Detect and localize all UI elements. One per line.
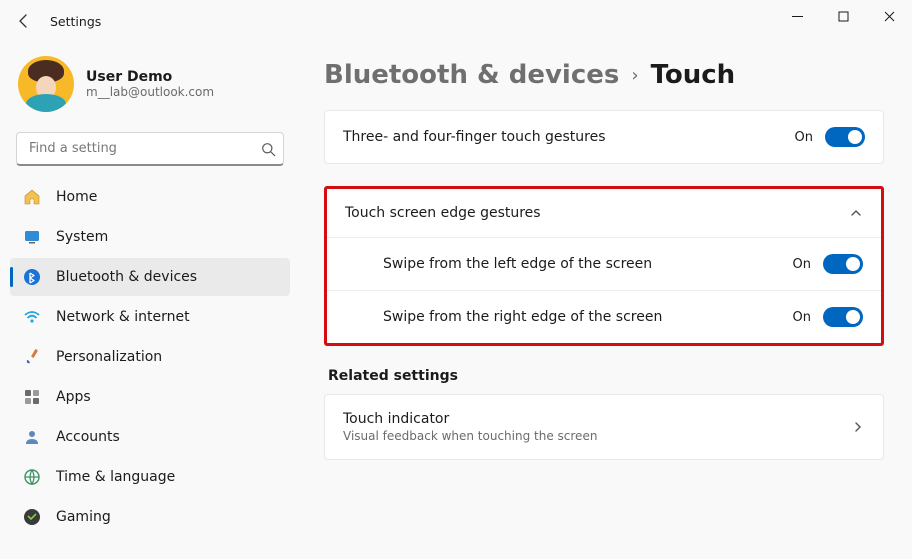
page-title: Touch (651, 60, 736, 90)
window-controls (774, 0, 912, 32)
sidebar-item-personalization[interactable]: Personalization (10, 338, 290, 376)
back-button[interactable] (6, 3, 42, 39)
sidebar-item-bluetooth-devices[interactable]: Bluetooth & devices (10, 258, 290, 296)
titlebar: Settings (0, 0, 912, 42)
toggle-state-label: On (795, 130, 813, 145)
nav-list: Home System Bluetooth & devices Network … (10, 178, 290, 536)
breadcrumb: Bluetooth & devices › Touch (324, 60, 884, 90)
sidebar-item-gaming[interactable]: Gaming (10, 498, 290, 536)
search-input[interactable] (16, 132, 284, 166)
setting-subtitle: Visual feedback when touching the screen (343, 429, 597, 443)
minimize-icon (792, 11, 803, 22)
sidebar-item-label: Home (56, 189, 97, 205)
globe-icon (22, 467, 42, 487)
setting-label: Three- and four-finger touch gestures (343, 129, 606, 145)
chevron-up-icon (849, 206, 863, 220)
chevron-right-icon (851, 420, 865, 434)
sidebar-item-label: Accounts (56, 429, 120, 445)
paintbrush-icon (22, 347, 42, 367)
apps-icon (22, 387, 42, 407)
touch-gestures-toggle[interactable] (825, 127, 865, 147)
setting-label: Swipe from the right edge of the screen (383, 309, 662, 325)
system-icon (22, 227, 42, 247)
maximize-icon (838, 11, 849, 22)
avatar (18, 56, 74, 112)
wifi-icon (22, 307, 42, 327)
maximize-button[interactable] (820, 0, 866, 32)
setting-label: Swipe from the left edge of the screen (383, 256, 652, 272)
setting-expander-header[interactable]: Touch screen edge gestures (327, 189, 881, 237)
arrow-left-icon (16, 13, 32, 29)
sidebar-item-home[interactable]: Home (10, 178, 290, 216)
minimize-button[interactable] (774, 0, 820, 32)
sidebar-item-time-language[interactable]: Time & language (10, 458, 290, 496)
home-icon (22, 187, 42, 207)
sidebar-item-apps[interactable]: Apps (10, 378, 290, 416)
gaming-icon (22, 507, 42, 527)
setting-group-edge-gestures: Touch screen edge gestures Swipe from th… (327, 189, 881, 343)
setting-row-touch-indicator[interactable]: Touch indicator Visual feedback when tou… (324, 394, 884, 460)
profile-name: User Demo (86, 69, 214, 85)
bluetooth-icon (22, 267, 42, 287)
sidebar-item-label: Personalization (56, 349, 162, 365)
highlighted-section: Touch screen edge gestures Swipe from th… (324, 186, 884, 346)
related-settings-heading: Related settings (328, 368, 884, 384)
close-button[interactable] (866, 0, 912, 32)
sidebar-item-system[interactable]: System (10, 218, 290, 256)
window-title: Settings (50, 14, 101, 29)
toggle-state-label: On (793, 310, 811, 325)
setting-row-swipe-left: Swipe from the left edge of the screen O… (327, 237, 881, 290)
setting-row-swipe-right: Swipe from the right edge of the screen … (327, 290, 881, 343)
swipe-right-toggle[interactable] (823, 307, 863, 327)
toggle-state-label: On (793, 257, 811, 272)
sidebar: User Demo m__lab@outlook.com Home System… (0, 42, 300, 559)
setting-label: Touch indicator (343, 411, 597, 427)
setting-row-touch-gestures[interactable]: Three- and four-finger touch gestures On (324, 110, 884, 164)
sidebar-item-label: Bluetooth & devices (56, 269, 197, 285)
accounts-icon (22, 427, 42, 447)
sidebar-item-label: Network & internet (56, 309, 190, 325)
sidebar-item-label: Apps (56, 389, 91, 405)
sidebar-item-network[interactable]: Network & internet (10, 298, 290, 336)
close-icon (884, 11, 895, 22)
search-icon (261, 132, 276, 166)
user-profile[interactable]: User Demo m__lab@outlook.com (10, 48, 290, 126)
sidebar-item-label: System (56, 229, 108, 245)
main-content: Bluetooth & devices › Touch Three- and f… (300, 42, 912, 559)
search-wrap (16, 132, 284, 166)
breadcrumb-parent[interactable]: Bluetooth & devices (324, 60, 619, 90)
chevron-right-icon: › (631, 65, 638, 86)
profile-email: m__lab@outlook.com (86, 85, 214, 99)
setting-label: Touch screen edge gestures (345, 205, 541, 221)
swipe-left-toggle[interactable] (823, 254, 863, 274)
sidebar-item-label: Gaming (56, 509, 111, 525)
sidebar-item-accounts[interactable]: Accounts (10, 418, 290, 456)
sidebar-item-label: Time & language (56, 469, 175, 485)
